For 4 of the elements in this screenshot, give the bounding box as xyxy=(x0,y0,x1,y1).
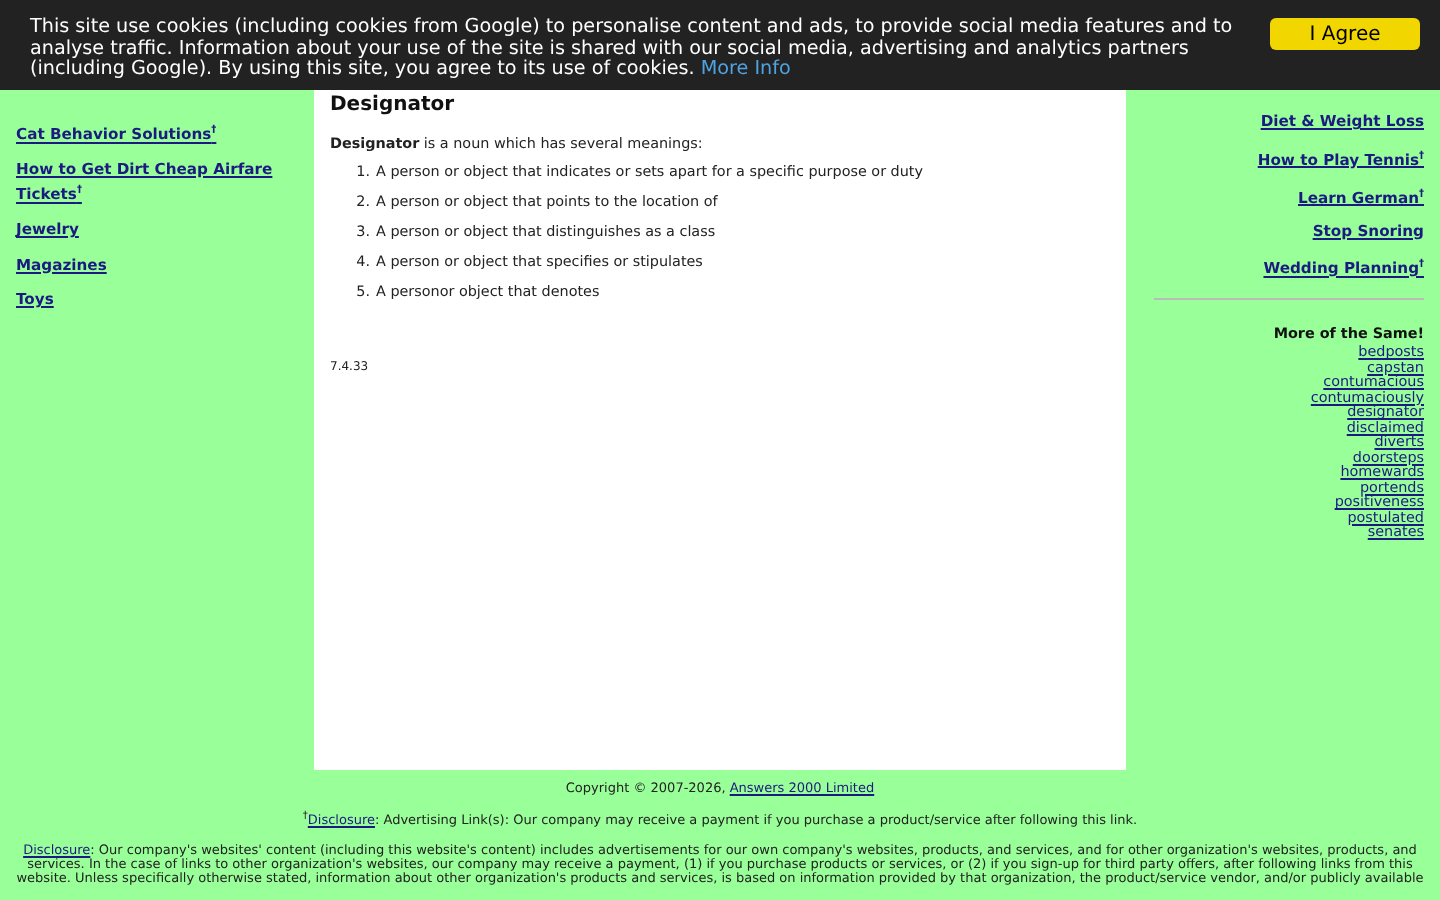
cookie-notice: This site use cookies (including cookies from Google) to personalise content and ads, to provide social media features and to analyse traffic. Information about your use of the site is shared with our social media, advertising and analytics partners (including Google). By using this site, you agree to its use of cookies. More Info xyxy=(30,18,1235,85)
article-title: Designator xyxy=(330,94,457,116)
agree-button[interactable]: I Agree xyxy=(1270,18,1420,50)
more-info-link[interactable]: More Info xyxy=(700,58,791,81)
